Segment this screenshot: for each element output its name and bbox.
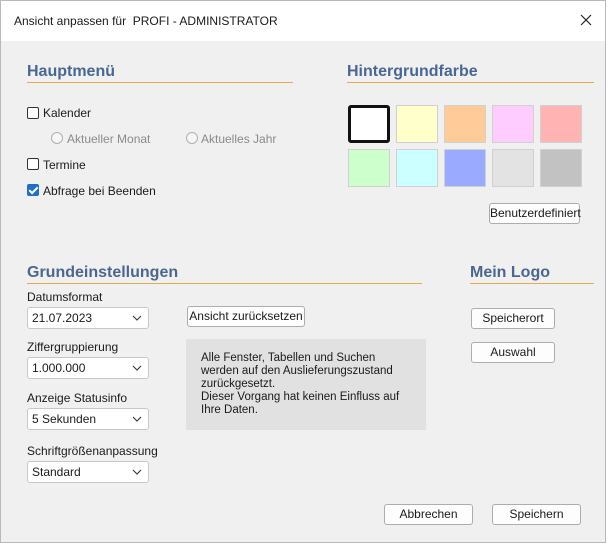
logo-title: Mein Logo <box>470 264 550 281</box>
ziffern-select[interactable]: 1.000.000 <box>27 357 149 379</box>
chevron-down-icon <box>132 315 142 321</box>
status-select[interactable]: 5 Sekunden <box>27 408 149 430</box>
speicherort-button[interactable]: Speicherort <box>471 308 555 329</box>
termine-checkbox[interactable] <box>27 158 39 170</box>
kalender-label: Kalender <box>43 106 92 120</box>
hintergrund-divider <box>347 82 594 83</box>
speichern-button[interactable]: Speichern <box>492 504 581 525</box>
reset-info-box: Alle Fenster, Tabellen und Suchen werden… <box>186 339 426 430</box>
title-bar: Ansicht anpassen für PROFI - ADMINISTRAT… <box>1 1 605 41</box>
hintergrund-title: Hintergrundfarbe <box>347 63 478 80</box>
chevron-down-icon <box>132 469 142 475</box>
color-swatch[interactable] <box>540 105 582 143</box>
aktueller-monat-label: Aktueller Monat <box>67 132 151 146</box>
kalender-checkbox[interactable] <box>27 107 39 119</box>
ansicht-zuruecksetzen-button[interactable]: Ansicht zurücksetzen <box>187 306 305 327</box>
ziffern-value: 1.000.000 <box>32 361 86 375</box>
color-swatch[interactable] <box>396 149 438 187</box>
color-swatch[interactable] <box>492 105 534 143</box>
schrift-select[interactable]: Standard <box>27 461 149 483</box>
window-title: Ansicht anpassen für PROFI - ADMINISTRAT… <box>14 14 278 28</box>
color-swatch[interactable] <box>348 149 390 187</box>
benutzerdefiniert-button[interactable]: Benutzerdefiniert <box>489 203 581 224</box>
color-swatch[interactable] <box>396 105 438 143</box>
grundeinstellungen-divider <box>27 283 422 284</box>
color-swatch[interactable] <box>492 149 534 187</box>
close-icon[interactable] <box>577 11 595 29</box>
schrift-label: Schriftgrößenanpassung <box>27 444 158 458</box>
abbrechen-button[interactable]: Abbrechen <box>384 504 473 525</box>
hauptmenu-title: Hauptmenü <box>27 63 115 80</box>
color-swatch[interactable] <box>444 149 486 187</box>
chevron-down-icon <box>132 416 142 422</box>
aktuelles-jahr-label: Aktuelles Jahr <box>201 132 277 146</box>
reset-info-line-2: Dieser Vorgang hat keinen Einfluss auf I… <box>201 391 400 416</box>
aktueller-monat-radio[interactable] <box>51 132 63 144</box>
abfrage-checkbox[interactable] <box>27 184 39 196</box>
logo-divider <box>470 283 594 284</box>
status-value: 5 Sekunden <box>32 412 97 426</box>
color-swatch[interactable] <box>444 105 486 143</box>
chevron-down-icon <box>132 365 142 371</box>
hauptmenu-divider <box>27 82 293 83</box>
ziffern-label: Ziffergruppierung <box>27 340 119 354</box>
aktuelles-jahr-radio[interactable] <box>186 132 198 144</box>
dialog-window: Ansicht anpassen für PROFI - ADMINISTRAT… <box>0 0 606 543</box>
datumsformat-value: 21.07.2023 <box>32 311 93 325</box>
schrift-value: Standard <box>32 465 81 479</box>
abfrage-label: Abfrage bei Beenden <box>43 184 156 198</box>
status-label: Anzeige Statusinfo <box>27 391 128 405</box>
grundeinstellungen-title: Grundeinstellungen <box>27 264 179 281</box>
datumsformat-label: Datumsformat <box>27 290 103 304</box>
reset-info-line-1: Alle Fenster, Tabellen und Suchen werden… <box>201 352 393 390</box>
termine-label: Termine <box>43 158 86 172</box>
reset-info-text: Alle Fenster, Tabellen und Suchen werden… <box>201 352 413 417</box>
color-swatch[interactable] <box>348 105 390 143</box>
color-swatch[interactable] <box>540 149 582 187</box>
auswahl-button[interactable]: Auswahl <box>471 342 555 363</box>
datumsformat-select[interactable]: 21.07.2023 <box>27 307 149 329</box>
